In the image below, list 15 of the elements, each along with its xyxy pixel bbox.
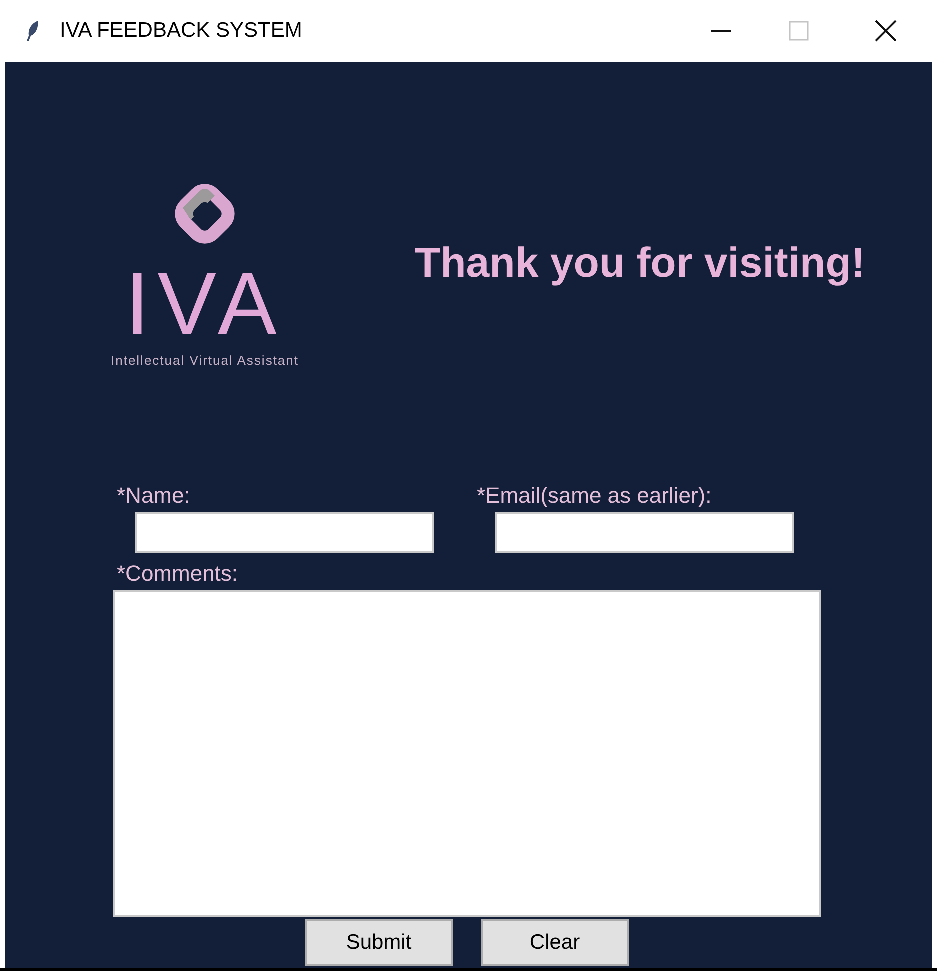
submit-button[interactable]: Submit bbox=[305, 919, 453, 966]
comments-field[interactable] bbox=[113, 590, 821, 917]
feather-icon bbox=[26, 20, 40, 42]
input-field[interactable] bbox=[495, 512, 794, 553]
field-label: *Comments: bbox=[117, 563, 240, 585]
logo-wordmark: IVA bbox=[125, 260, 285, 348]
heading: Thank you for visiting! bbox=[415, 242, 866, 284]
close-icon[interactable] bbox=[875, 20, 897, 42]
field-label: *Name: bbox=[117, 485, 192, 507]
input-field[interactable] bbox=[135, 512, 434, 553]
clear-button[interactable]: Clear bbox=[481, 919, 629, 966]
logo-tagline: Intellectual Virtual Assistant bbox=[110, 354, 299, 367]
maximize-icon[interactable] bbox=[789, 21, 809, 41]
window-title: IVA FEEDBACK SYSTEM bbox=[60, 18, 302, 44]
field-label: *Email(same as earlier): bbox=[477, 485, 713, 507]
